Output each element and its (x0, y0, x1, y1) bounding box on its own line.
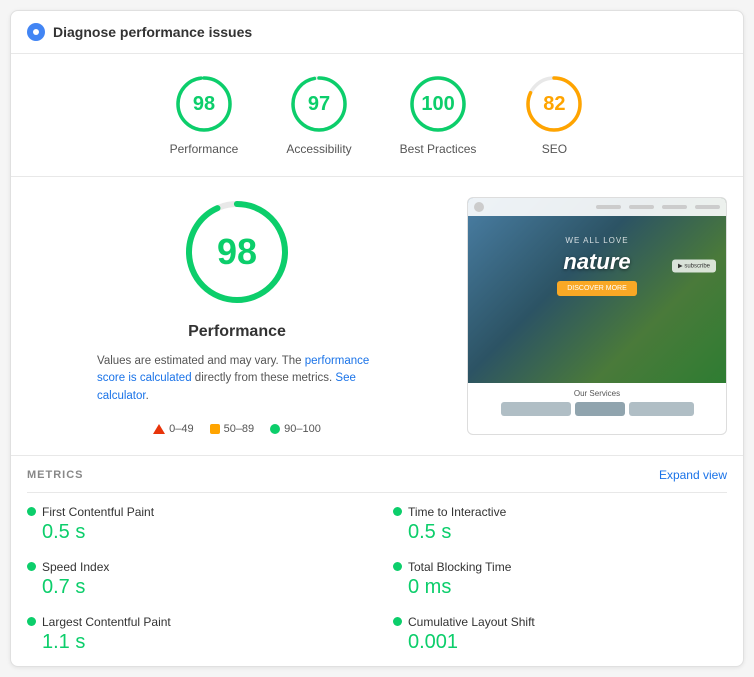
nav-links (596, 205, 720, 209)
left-panel: 98 Performance Values are estimated and … (27, 197, 447, 435)
hero-cta-button[interactable]: DISCOVER MORE (557, 281, 637, 296)
metrics-divider (27, 492, 727, 493)
score-item-accessibility: 97 Accessibility (286, 74, 351, 156)
nav-link (596, 205, 621, 209)
perf-description: Values are estimated and may vary. The p… (97, 353, 377, 405)
legend-low-label: 0–49 (169, 423, 193, 435)
legend-circle-icon (270, 424, 280, 434)
metric-item: Time to Interactive 0.5 s (393, 505, 727, 544)
score-label: Accessibility (286, 142, 351, 156)
screenshot-nav (468, 198, 726, 216)
nav-link (629, 205, 654, 209)
footer-bar-3 (629, 402, 694, 416)
metric-name: Total Blocking Time (408, 560, 511, 574)
big-score-number: 98 (217, 231, 257, 273)
legend-square-icon (210, 424, 220, 434)
site-logo (474, 202, 484, 212)
metric-item: Total Blocking Time 0 ms (393, 560, 727, 599)
metric-dot (393, 507, 402, 516)
metric-name: Cumulative Layout Shift (408, 615, 535, 629)
legend-low: 0–49 (153, 423, 193, 435)
footer-bar-2 (575, 402, 625, 416)
metric-dot (393, 562, 402, 571)
metric-item: Cumulative Layout Shift 0.001 (393, 615, 727, 654)
metric-dot (393, 617, 402, 626)
metric-name-row: Time to Interactive (393, 505, 727, 519)
legend-mid-label: 50–89 (224, 423, 255, 435)
metric-name-row: First Contentful Paint (27, 505, 361, 519)
screenshot-hero: we all love nature DISCOVER MORE ▶ subsc… (468, 216, 726, 316)
metric-name-row: Largest Contentful Paint (27, 615, 361, 629)
nav-link (662, 205, 687, 209)
main-card: Diagnose performance issues 98 Performan… (10, 10, 744, 667)
legend-high-label: 90–100 (284, 423, 321, 435)
score-label: Performance (170, 142, 239, 156)
main-content: 98 Performance Values are estimated and … (11, 177, 743, 456)
metrics-section: METRICS Expand view First Contentful Pai… (11, 456, 743, 666)
metric-item: Largest Contentful Paint 1.1 s (27, 615, 361, 654)
scores-row: 98 Performance 97 Accessibility 100 Best… (11, 54, 743, 177)
metric-name-row: Total Blocking Time (393, 560, 727, 574)
metric-item: Speed Index 0.7 s (27, 560, 361, 599)
metrics-grid: First Contentful Paint 0.5 s Time to Int… (27, 505, 727, 654)
legend-triangle-icon (153, 424, 165, 434)
metric-name: Largest Contentful Paint (42, 615, 171, 629)
legend-high: 90–100 (270, 423, 321, 435)
perf-score-link[interactable]: performance score is calculated (97, 355, 369, 384)
score-value: 97 (308, 93, 330, 116)
footer-bar-1 (501, 402, 571, 416)
metric-dot (27, 617, 36, 626)
card-header: Diagnose performance issues (11, 11, 743, 54)
nav-link (695, 205, 720, 209)
screenshot-panel: we all love nature DISCOVER MORE ▶ subsc… (467, 197, 727, 435)
metric-value: 0 ms (408, 576, 727, 599)
metrics-header: METRICS Expand view (27, 468, 727, 482)
legend-row: 0–49 50–89 90–100 (153, 423, 321, 435)
big-score-circle: 98 (182, 197, 292, 307)
score-item-performance: 98 Performance (170, 74, 239, 156)
footer-bars (474, 402, 720, 416)
metric-name-row: Speed Index (27, 560, 361, 574)
perf-label: Performance (188, 323, 286, 341)
hero-subtitle: we all love (565, 236, 628, 245)
metrics-title: METRICS (27, 469, 84, 481)
metric-value: 0.5 s (42, 521, 361, 544)
screenshot-footer: Our Services (468, 383, 726, 422)
metric-value: 0.7 s (42, 576, 361, 599)
score-value: 98 (193, 93, 215, 116)
score-value: 82 (543, 93, 565, 116)
card-title: Diagnose performance issues (53, 24, 252, 40)
metric-value: 1.1 s (42, 631, 361, 654)
footer-section-label: Our Services (474, 389, 720, 398)
score-value: 100 (421, 93, 454, 116)
header-icon (27, 23, 45, 41)
score-label: Best Practices (400, 142, 477, 156)
score-item-seo: 82 SEO (524, 74, 584, 156)
score-item-best-practices: 100 Best Practices (400, 74, 477, 156)
score-label: SEO (542, 142, 567, 156)
metric-value: 0.5 s (408, 521, 727, 544)
metric-name-row: Cumulative Layout Shift (393, 615, 727, 629)
expand-view-link[interactable]: Expand view (659, 468, 727, 482)
metric-dot (27, 507, 36, 516)
metric-name: Speed Index (42, 560, 109, 574)
metric-value: 0.001 (408, 631, 727, 654)
subscribe-button[interactable]: ▶ subscribe (672, 260, 716, 273)
legend-mid: 50–89 (210, 423, 255, 435)
hero-title: nature (563, 249, 630, 275)
metric-name: First Contentful Paint (42, 505, 154, 519)
screenshot-image: we all love nature DISCOVER MORE ▶ subsc… (468, 198, 726, 383)
metric-name: Time to Interactive (408, 505, 506, 519)
metric-item: First Contentful Paint 0.5 s (27, 505, 361, 544)
metric-dot (27, 562, 36, 571)
